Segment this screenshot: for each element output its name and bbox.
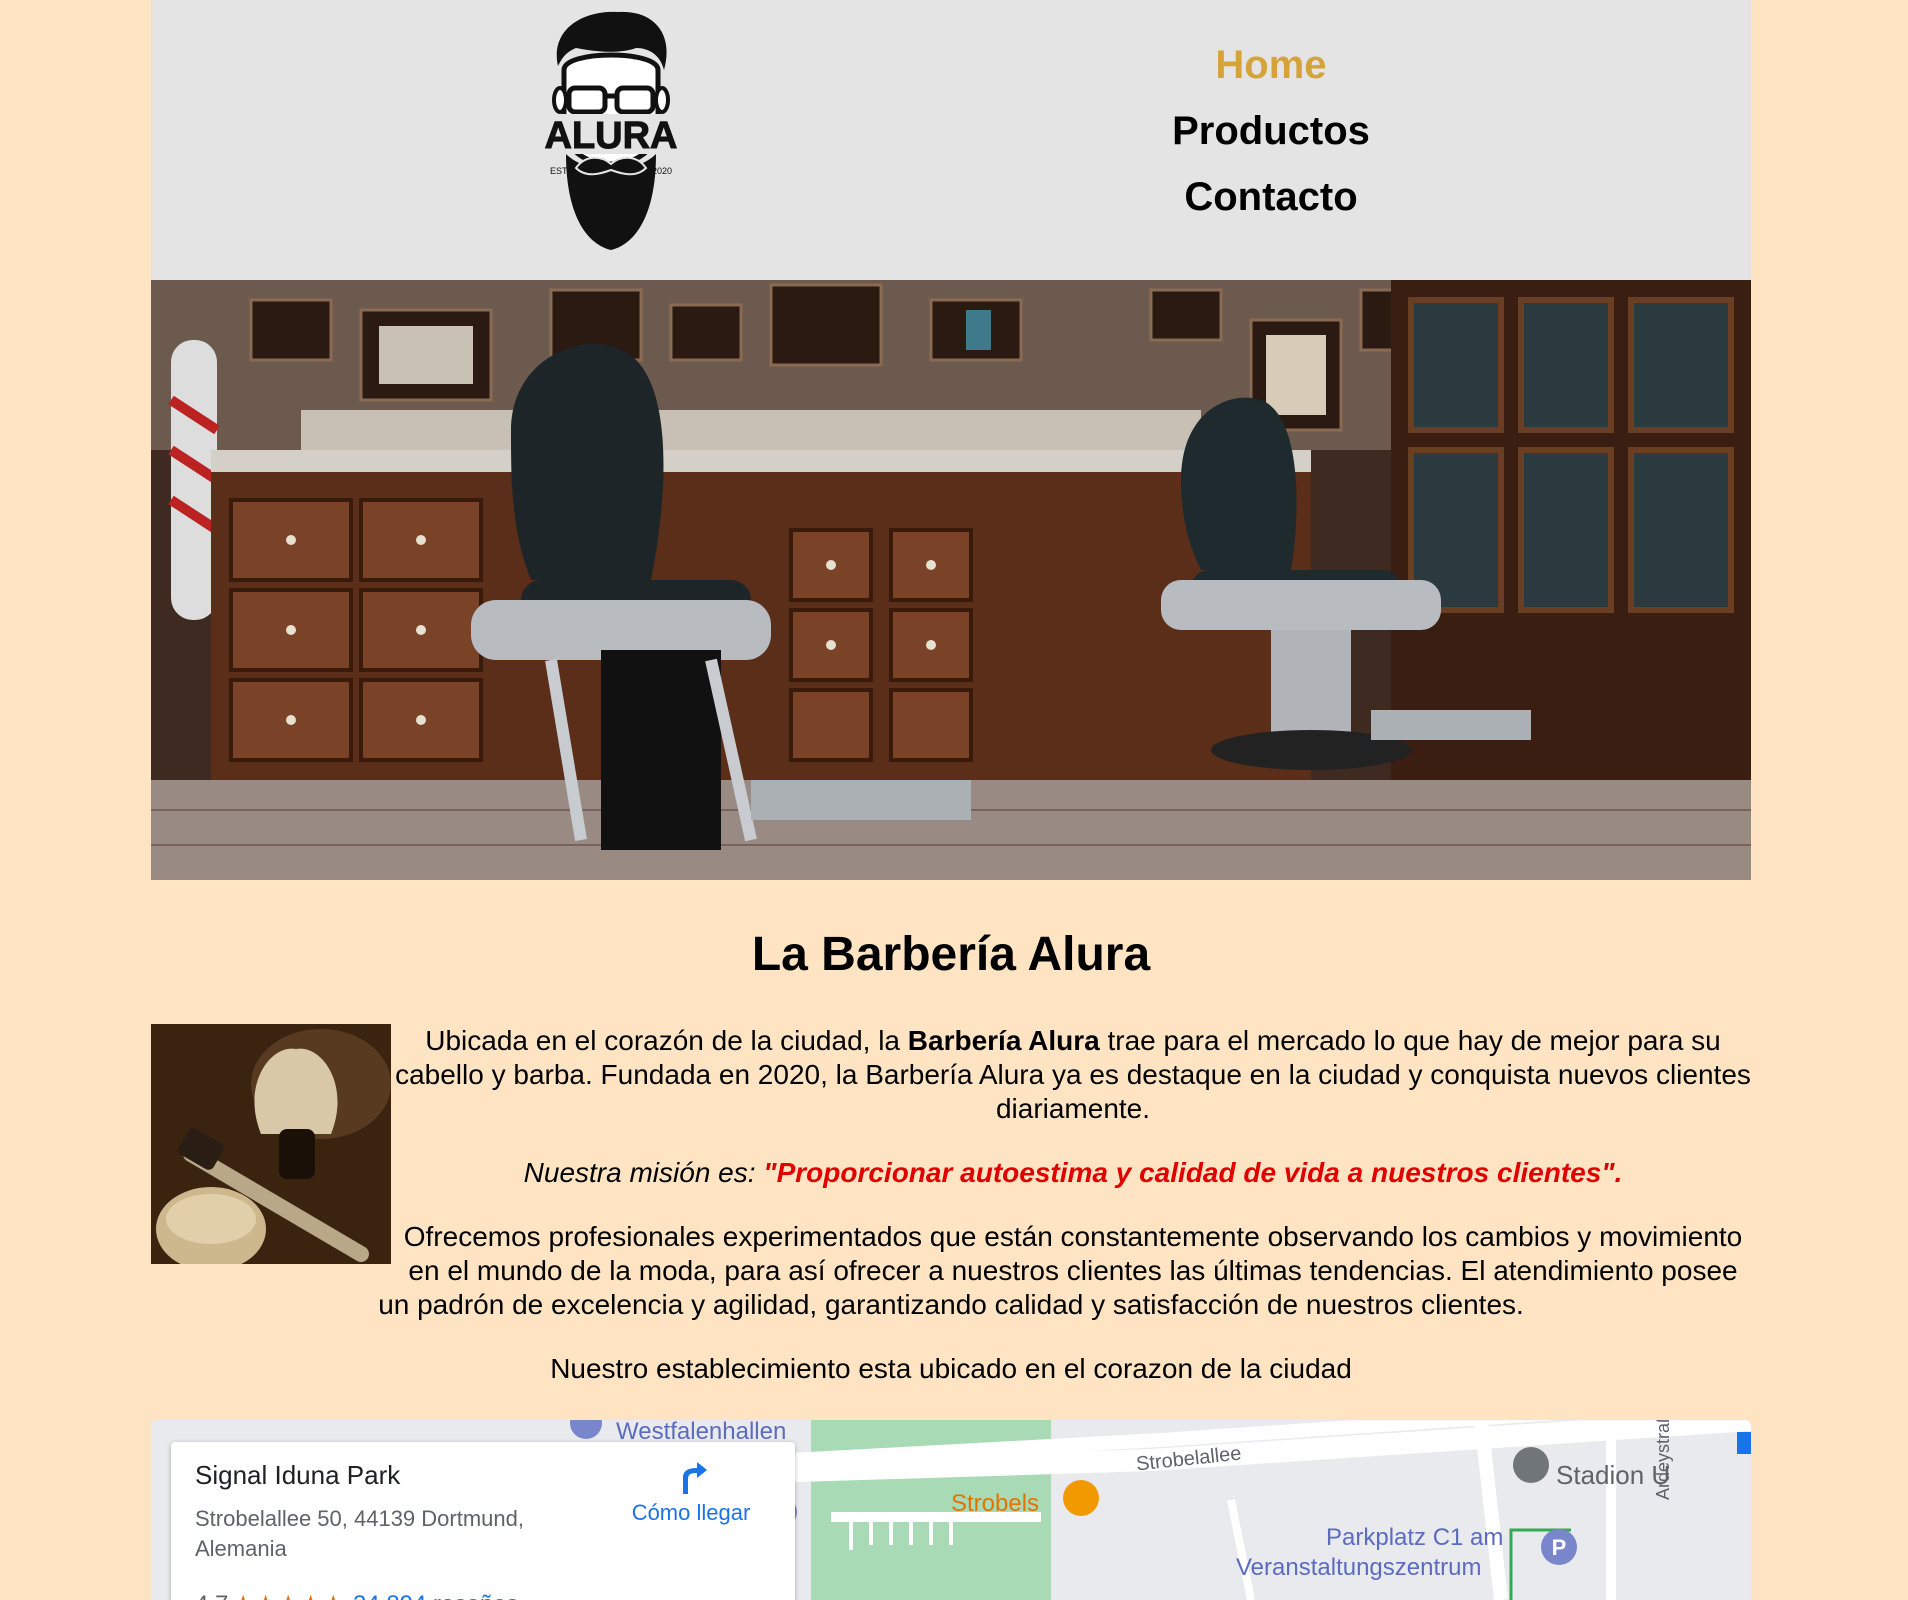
- map-label-parkplatz-line1: Parkplatz C1 am: [1326, 1524, 1504, 1551]
- intro-paragraph: Ubicada en el corazón de la ciudad, la B…: [151, 1024, 1751, 1126]
- nav-link-home[interactable]: Home: [1151, 32, 1391, 98]
- reviews-link[interactable]: 34.894 reseñas: [353, 1591, 518, 1600]
- place-address: Strobelallee 50, 44139 Dortmund, Alemani…: [195, 1506, 524, 1561]
- about-section: Ubicada en el corazón de la ciudad, la B…: [151, 1024, 1751, 1386]
- page-title: La Barbería Alura: [751, 928, 1151, 981]
- map-label-ardeystrasse: Ardeystraße: [1653, 1420, 1673, 1500]
- barber-logo-icon: ALURA ESTD 2020: [536, 11, 686, 250]
- nav-link-contacto[interactable]: Contacto: [1151, 164, 1391, 230]
- directions-icon: [683, 1462, 707, 1494]
- embedded-map[interactable]: P Westfalenhallen Strobels Strobelallee …: [151, 1420, 1751, 1600]
- shaving-kit-image: [151, 1024, 391, 1271]
- place-name: Signal Iduna Park: [195, 1460, 401, 1490]
- alura-logo[interactable]: ALURA ESTD 2020: [536, 8, 686, 256]
- directions-label: Cómo llegar: [631, 1500, 751, 1525]
- location-paragraph: Nuestro establecimiento esta ubicado en …: [550, 1353, 1352, 1384]
- place-info-card: Signal Iduna Park Strobelallee 50, 44139…: [171, 1442, 795, 1600]
- logo-text: ALURA: [545, 115, 678, 157]
- rating-row: 4.7 ★★★★★ 34.894 reseñas: [195, 1590, 518, 1600]
- intro-brand-name: Barbería Alura: [907, 1025, 1100, 1056]
- mission-paragraph: Nuestra misión es: "Proporcionar autoest…: [151, 1156, 1751, 1190]
- site-header: ALURA ESTD 2020 Home Productos Contacto: [151, 0, 1751, 280]
- barbershop-banner-image: [151, 280, 1751, 880]
- rating-value: 4.7: [195, 1591, 228, 1600]
- logo-est-left: ESTD: [550, 166, 575, 176]
- map-label-parkplatz-line2: Veranstaltungszentrum: [1236, 1554, 1482, 1581]
- mission-label: Nuestra misión es:: [523, 1157, 764, 1188]
- main-nav: Home Productos Contacto: [1151, 32, 1391, 230]
- svg-text:P: P: [1552, 1535, 1567, 1560]
- rating-stars-icon: ★★★★★: [232, 1591, 345, 1600]
- map-label-strobels: Strobels: [951, 1490, 1040, 1517]
- mission-quote: "Proporcionar autoestima y calidad de vi…: [763, 1157, 1623, 1188]
- nav-link-productos[interactable]: Productos: [1151, 98, 1391, 164]
- offer-paragraph: Ofrecemos profesionales experimentados q…: [378, 1221, 1743, 1320]
- directions-button[interactable]: Cómo llegar: [611, 1456, 771, 1526]
- intro-text-start: Ubicada en el corazón de la ciudad, la: [425, 1025, 908, 1056]
- logo-est-right: 2020: [652, 166, 672, 176]
